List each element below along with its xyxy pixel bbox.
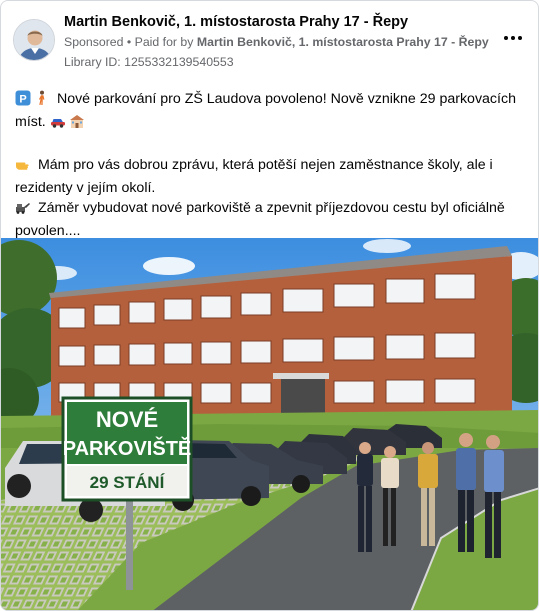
- pointing-hand-icon: [15, 156, 31, 178]
- sponsored-label: Sponsored: [64, 35, 124, 49]
- meta-separator: •: [126, 35, 132, 49]
- paid-for-prefix: Paid for by: [134, 35, 194, 49]
- car-icon: [50, 113, 66, 135]
- construction-icon: [15, 199, 31, 221]
- sign-line-3: 29 STÁNÍ: [90, 473, 166, 492]
- avatar-image: [14, 20, 54, 60]
- pedestrian-icon: [34, 90, 50, 112]
- sign-line-1: NOVÉ: [96, 407, 158, 432]
- author-name-link[interactable]: Martin Benkovič, 1. místostarosta Prahy …: [64, 14, 408, 30]
- school-icon: [69, 113, 85, 135]
- paragraph-2-line-2: rezidenty v jejím okolí.: [15, 180, 156, 196]
- sponsored-meta: Sponsored • Paid for by Martin Benkovič,…: [64, 35, 489, 49]
- post-image[interactable]: NOVÉ PARKOVIŠTĚ 29 STÁNÍ: [1, 238, 538, 610]
- school-parking-illustration: NOVÉ PARKOVIŠTĚ 29 STÁNÍ: [1, 238, 538, 610]
- library-id: Library ID: 1255332139540553: [64, 55, 234, 69]
- paid-for-by-name[interactable]: Martin Benkovič, 1. místostarosta Prahy …: [197, 35, 489, 49]
- paragraph-3-line-1: Záměr vybudovat nové parkoviště a zpevni…: [37, 200, 505, 216]
- post-paragraph-2: Mám pro vás dobrou zprávu, která potěší …: [15, 155, 521, 241]
- paragraph-1-line-1: Nové parkování pro ZŠ Laudova povoleno! …: [56, 91, 516, 107]
- paragraph-1-line-2: míst.: [15, 114, 46, 130]
- svg-text:P: P: [19, 94, 26, 106]
- more-options-icon[interactable]: [502, 31, 524, 45]
- parking-sign-icon: P: [15, 90, 31, 112]
- paragraph-3-line-2: povolen....: [15, 223, 81, 239]
- paragraph-2-line-1: Mám pro vás dobrou zprávu, která potěší …: [37, 157, 493, 173]
- post-text: P Nové parkování pro ZŠ Laudova povoleno…: [15, 89, 521, 241]
- sign-line-2: PARKOVIŠTĚ: [63, 436, 192, 460]
- avatar[interactable]: [13, 19, 55, 61]
- post-paragraph-1: P Nové parkování pro ZŠ Laudova povoleno…: [15, 89, 521, 135]
- sponsored-post-card: Martin Benkovič, 1. místostarosta Prahy …: [0, 0, 539, 611]
- post-header: Martin Benkovič, 1. místostarosta Prahy …: [13, 11, 528, 73]
